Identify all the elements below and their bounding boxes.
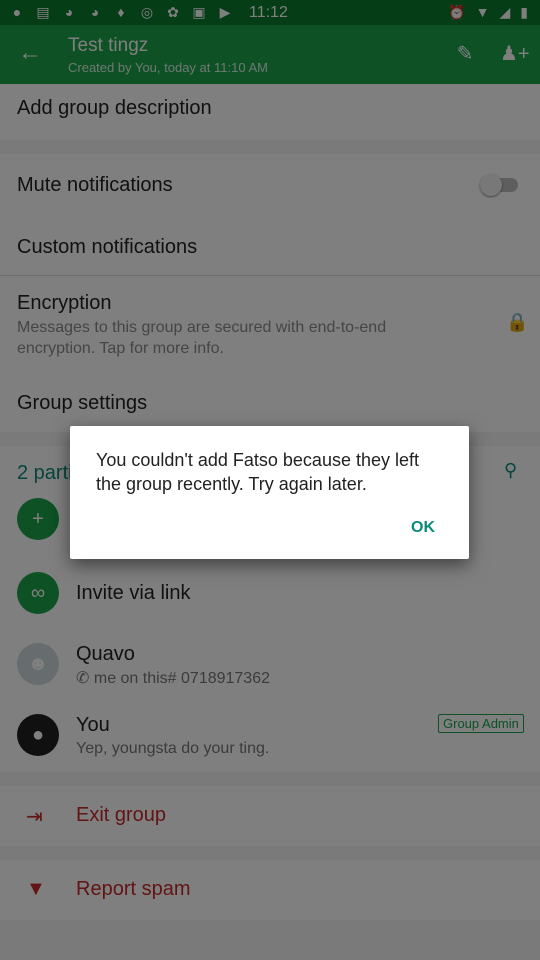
ok-button[interactable]: OK: [406, 514, 440, 542]
dialog-message: You couldn't add Fatso because they left…: [96, 450, 419, 494]
alert-dialog: You couldn't add Fatso because they left…: [70, 426, 469, 559]
